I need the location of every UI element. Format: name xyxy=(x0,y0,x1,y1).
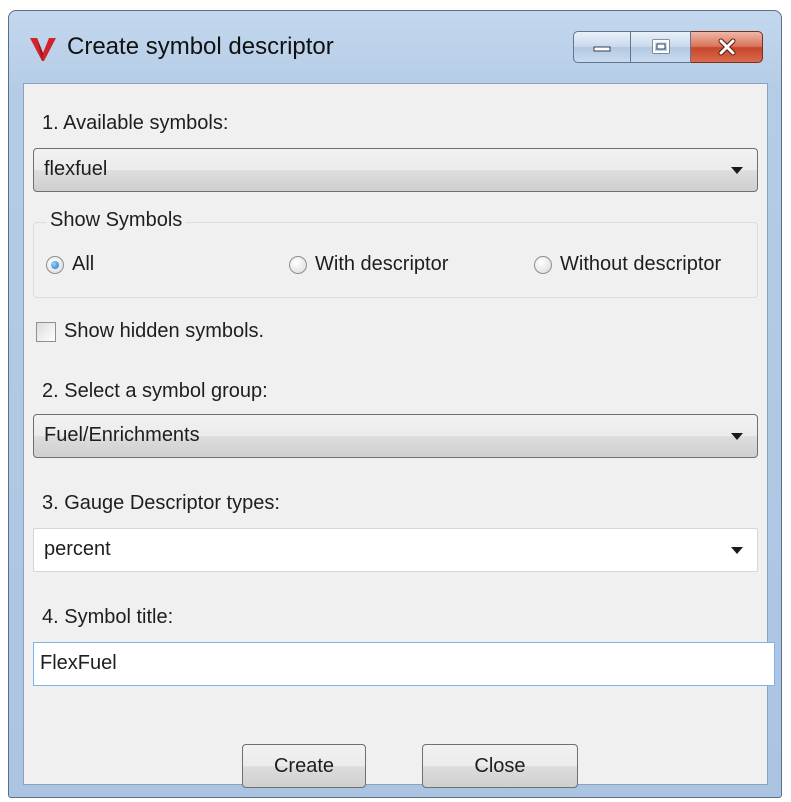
create-button[interactable]: Create xyxy=(242,744,366,788)
chevron-down-icon xyxy=(731,167,743,174)
radio-unselected-icon xyxy=(289,255,307,274)
radio-with-descriptor[interactable]: With descriptor xyxy=(289,253,448,276)
available-symbols-value: flexfuel xyxy=(44,158,108,180)
show-hidden-label: Show hidden symbols. xyxy=(64,320,265,342)
maximize-button[interactable] xyxy=(631,31,691,63)
radio-without-descriptor[interactable]: Without descriptor xyxy=(534,253,721,276)
radio-unselected-icon xyxy=(534,255,552,274)
radio-all[interactable]: All xyxy=(46,253,94,276)
symbol-group-label: 2. Select a symbol group: xyxy=(42,380,268,402)
gauge-types-value: percent xyxy=(44,538,111,560)
symbol-group-dropdown[interactable]: Fuel/Enrichments xyxy=(33,414,758,458)
minimize-button[interactable] xyxy=(573,31,631,63)
close-button[interactable]: Close xyxy=(422,744,578,788)
gauge-types-label: 3. Gauge Descriptor types: xyxy=(42,492,280,514)
checkbox-unchecked-icon xyxy=(36,321,56,342)
close-icon xyxy=(718,38,735,56)
available-symbols-dropdown[interactable]: flexfuel xyxy=(33,148,758,192)
symbol-group-value: Fuel/Enrichments xyxy=(44,424,200,446)
radio-selected-icon xyxy=(46,255,64,274)
radio-without-descriptor-label: Without descriptor xyxy=(560,253,722,275)
window-title: Create symbol descriptor xyxy=(67,33,334,60)
chevron-down-icon xyxy=(731,547,743,554)
radio-all-label: All xyxy=(72,253,95,275)
available-symbols-label: 1. Available symbols: xyxy=(42,112,229,134)
show-hidden-checkbox[interactable]: Show hidden symbols. xyxy=(36,320,264,343)
symbol-title-label: 4. Symbol title: xyxy=(42,606,174,628)
gauge-types-dropdown[interactable]: percent xyxy=(33,528,758,572)
symbol-title-field[interactable] xyxy=(33,642,775,686)
chevron-down-icon xyxy=(731,433,743,440)
radio-with-descriptor-label: With descriptor xyxy=(315,253,449,275)
v-logo-icon xyxy=(29,35,57,63)
minimize-icon xyxy=(593,46,611,52)
show-symbols-group: Show Symbols All With descriptor Without… xyxy=(33,209,758,298)
dialog-body: 1. Available symbols: flexfuel Show Symb… xyxy=(23,83,775,788)
dialog-window: Create symbol descriptor 1. Available sy… xyxy=(8,10,782,798)
maximize-icon xyxy=(652,39,669,54)
close-window-button[interactable] xyxy=(691,31,763,63)
caption-buttons xyxy=(573,31,763,63)
symbol-title-input[interactable] xyxy=(40,652,760,675)
show-symbols-legend: Show Symbols xyxy=(46,209,187,232)
title-bar[interactable]: Create symbol descriptor xyxy=(9,11,781,81)
